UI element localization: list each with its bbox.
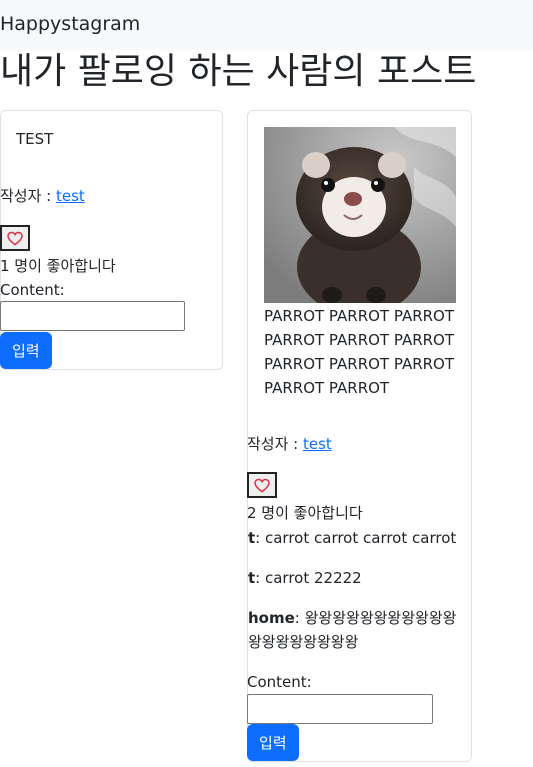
author-label: 작성자 :: [247, 435, 303, 453]
like-button[interactable]: [0, 225, 30, 251]
author-link[interactable]: test: [303, 435, 332, 453]
comment-text: : carrot 22222: [255, 569, 362, 587]
comment-text: : carrot carrot carrot carrot: [255, 529, 457, 547]
author-line: 작성자 : test: [0, 185, 85, 207]
comment-item: home: 왕왕왕왕왕왕왕왕왕왕왕왕왕왕왕왕왕왕왕: [248, 606, 463, 654]
comment-input[interactable]: [0, 301, 185, 331]
submit-button[interactable]: 입력: [0, 332, 52, 369]
author-label: 작성자 :: [0, 187, 56, 205]
like-button[interactable]: [247, 472, 277, 498]
submit-button[interactable]: 입력: [247, 724, 299, 761]
author-link[interactable]: test: [56, 187, 85, 205]
comment-user: home: [248, 609, 295, 627]
brand-link[interactable]: Happystagram: [0, 12, 140, 36]
navbar: Happystagram: [0, 0, 533, 50]
heart-outline-icon: [254, 478, 270, 493]
post-caption: PARROT PARROT PARROT PARROT PARROT PARRO…: [264, 307, 455, 397]
heart-outline-icon: [7, 231, 23, 246]
content-label: Content:: [0, 281, 65, 299]
comment-item: t: carrot carrot carrot carrot: [248, 526, 468, 550]
page-title: 내가 팔로잉 하는 사람의 포스트: [0, 51, 477, 92]
likes-count: 1 명이 좋아합니다: [0, 257, 116, 275]
post-image: [264, 127, 456, 303]
comment-item: t: carrot 22222: [248, 566, 468, 590]
post-card: PARROT PARROT PARROT PARROT PARROT PARRO…: [247, 110, 472, 762]
author-line: 작성자 : test: [247, 433, 332, 455]
content-label: Content:: [247, 673, 312, 691]
ferret-photo: [264, 127, 456, 303]
comment-input[interactable]: [247, 694, 433, 724]
post-card: TEST 작성자 : test 1 명이 좋아합니다 Content: 입력: [0, 110, 223, 370]
likes-count: 2 명이 좋아합니다: [247, 504, 363, 522]
post-caption: TEST: [16, 130, 54, 148]
